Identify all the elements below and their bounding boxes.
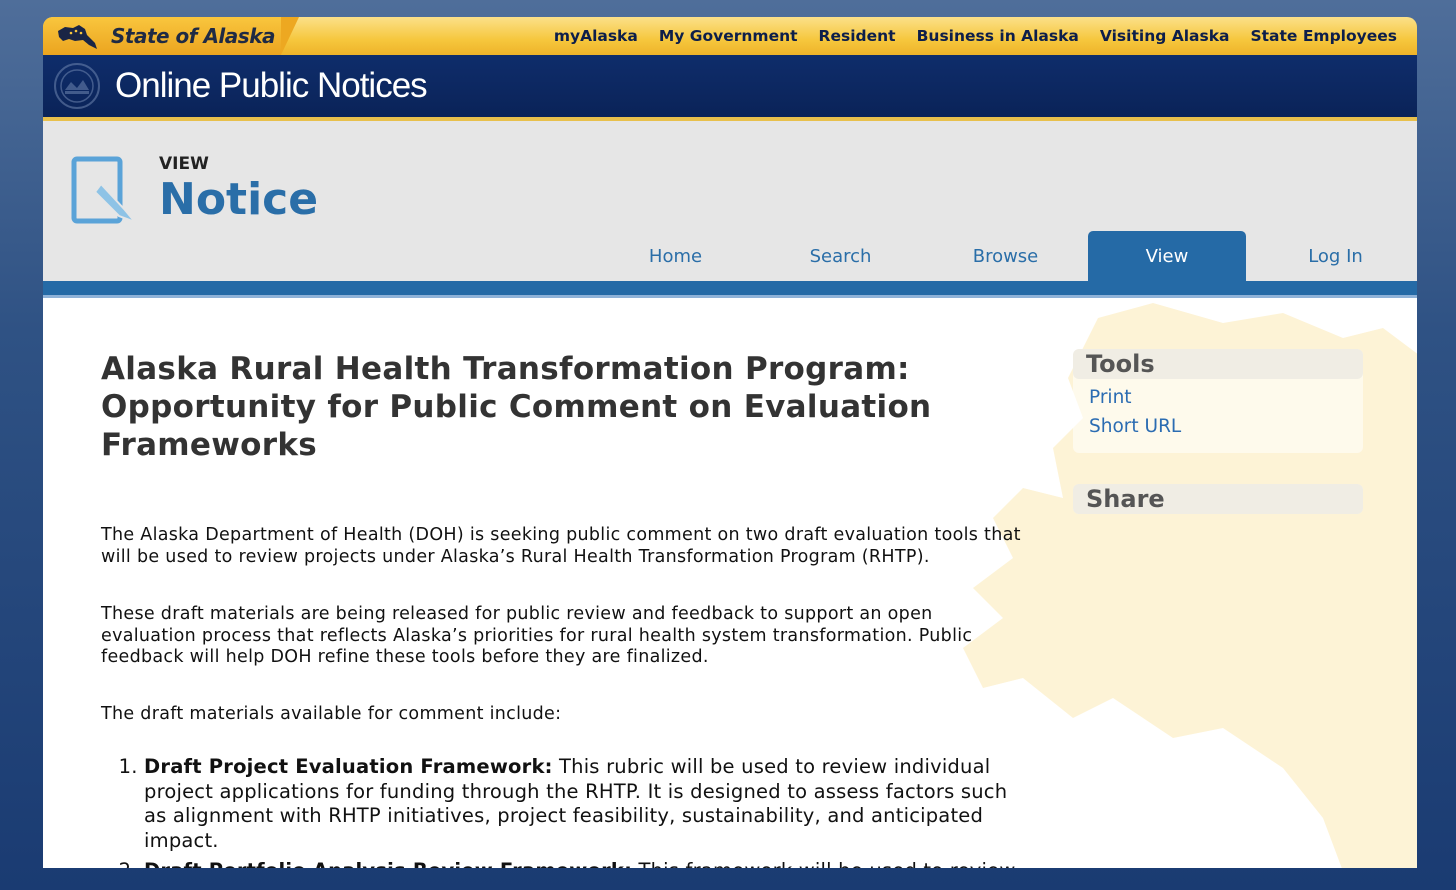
list-item: Draft Project Evaluation Framework: This…	[144, 755, 1031, 853]
tab-home[interactable]: Home	[593, 231, 758, 281]
page-header: VIEW Notice Home Search Browse View Log …	[43, 121, 1417, 295]
share-box: Share	[1073, 484, 1363, 514]
topnav-state-employees[interactable]: State Employees	[1250, 27, 1397, 45]
state-top-nav: myAlaska My Government Resident Business…	[554, 17, 1397, 55]
list-item: Draft Portfolio Analysis Review Framewor…	[144, 859, 1031, 868]
notice-document-icon	[71, 156, 139, 225]
draft-materials-list: Draft Project Evaluation Framework: This…	[101, 755, 1031, 868]
notice-paragraph-1: The Alaska Department of Health (DOH) is…	[101, 525, 1021, 567]
topnav-myalaska[interactable]: myAlaska	[554, 27, 638, 45]
notice-paragraph-3: The draft materials available for commen…	[101, 703, 562, 724]
main-content: Alaska Rural Health Transformation Progr…	[43, 295, 1417, 868]
state-seal-icon	[54, 63, 100, 109]
tab-search[interactable]: Search	[758, 231, 923, 281]
short-url-link[interactable]: Short URL	[1089, 412, 1363, 441]
sidebar: Tools Print Short URL Share	[1073, 349, 1363, 545]
notice-paragraph-2: These draft materials are being released…	[101, 604, 973, 667]
topnav-resident[interactable]: Resident	[819, 27, 896, 45]
notice-body: Alaska Rural Health Transformation Progr…	[101, 350, 1031, 868]
tab-view[interactable]: View	[1088, 231, 1246, 281]
brand-label: State of Alaska	[111, 24, 275, 48]
notice-title: Alaska Rural Health Transformation Progr…	[101, 351, 932, 463]
alaska-dipper-logo-icon	[58, 25, 97, 49]
state-of-alaska-brand[interactable]: State of Alaska	[43, 17, 299, 55]
main-tabs: Home Search Browse View Log In	[593, 231, 1418, 281]
tools-links: Print Short URL	[1073, 379, 1363, 453]
list-item-heading: Draft Portfolio Analysis Review Framewor…	[144, 859, 632, 868]
site-title[interactable]: Online Public Notices	[115, 66, 428, 106]
page: State of Alaska myAlaska My Government R…	[43, 17, 1417, 890]
tools-box: Tools Print Short URL	[1073, 349, 1363, 453]
state-top-bar: State of Alaska myAlaska My Government R…	[43, 17, 1417, 55]
topnav-my-government[interactable]: My Government	[659, 27, 798, 45]
tools-heading: Tools	[1073, 349, 1363, 379]
topnav-business[interactable]: Business in Alaska	[917, 27, 1079, 45]
tab-browse[interactable]: Browse	[923, 231, 1088, 281]
header-subtitle: VIEW	[159, 154, 209, 174]
print-link[interactable]: Print	[1089, 383, 1363, 412]
tab-log-in[interactable]: Log In	[1253, 231, 1418, 281]
site-banner: Online Public Notices	[43, 55, 1417, 121]
topnav-visiting[interactable]: Visiting Alaska	[1100, 27, 1230, 45]
page-title: Notice	[159, 174, 319, 225]
share-heading: Share	[1073, 484, 1363, 514]
list-item-heading: Draft Project Evaluation Framework:	[144, 755, 553, 778]
